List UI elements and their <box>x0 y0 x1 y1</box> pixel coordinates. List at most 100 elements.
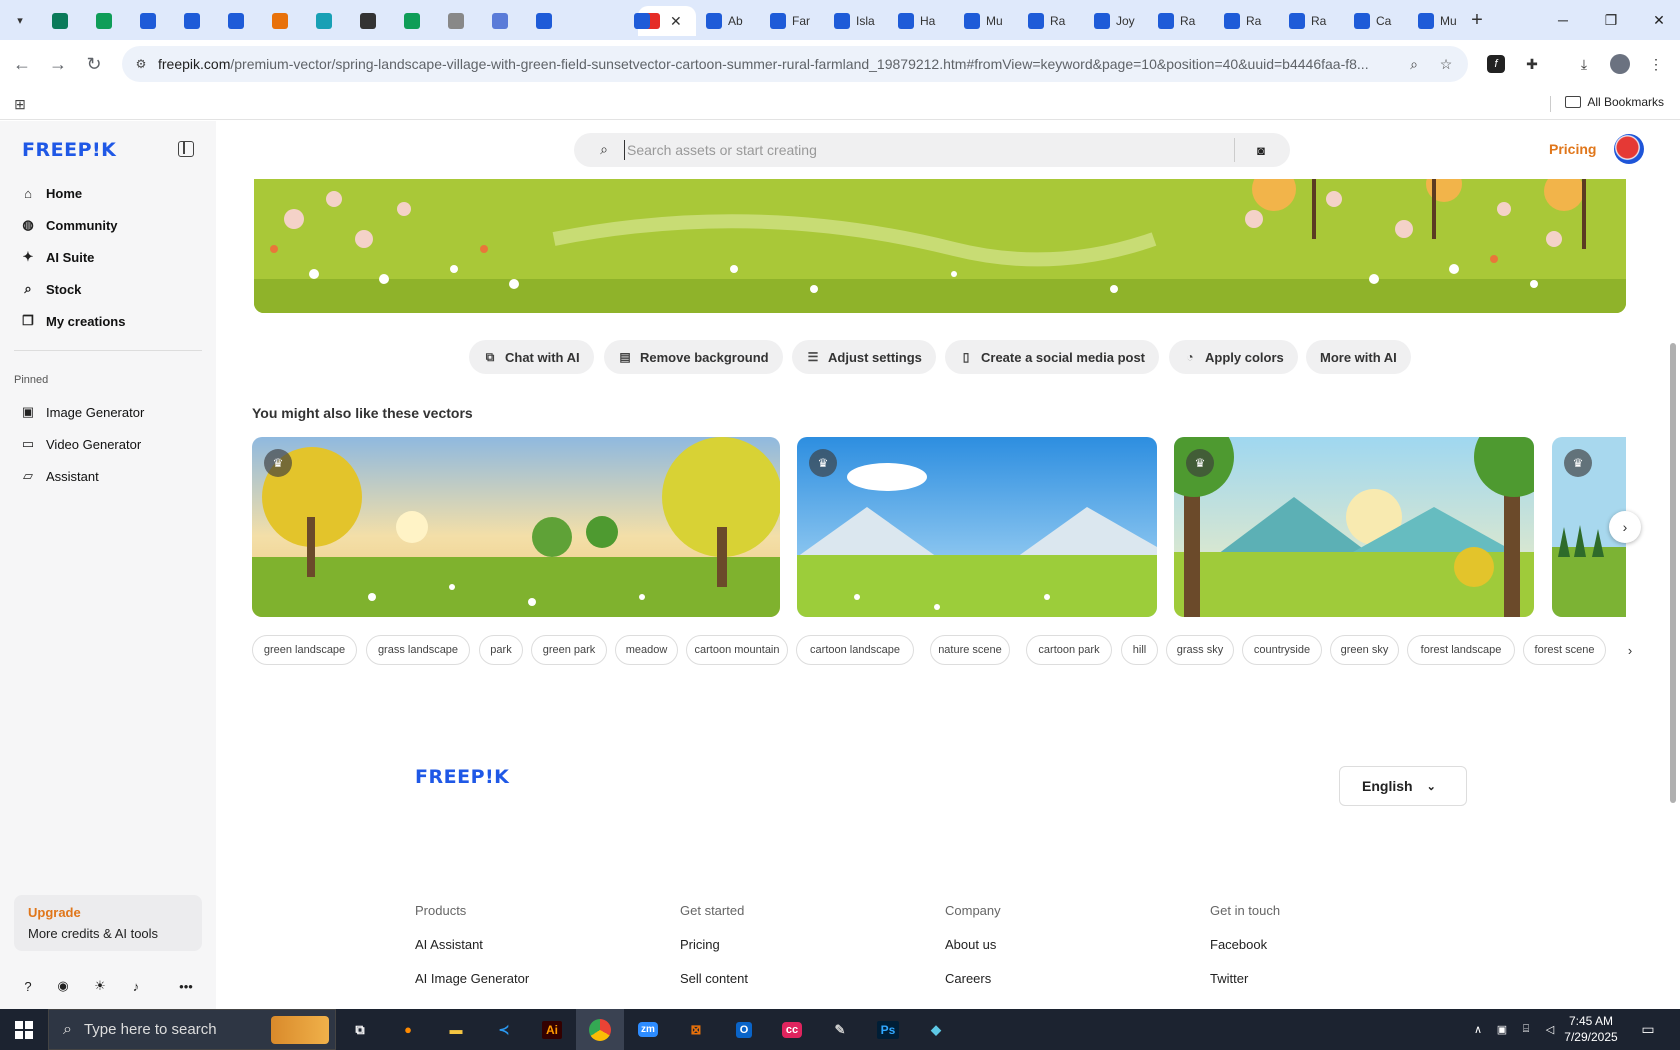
action-remove-background-button[interactable]: ▤ Remove background <box>604 340 783 374</box>
tag-chip[interactable]: grass sky <box>1166 635 1234 665</box>
tags-next-icon[interactable]: › <box>1622 642 1638 658</box>
browser-tab[interactable]: Ra <box>1218 6 1274 36</box>
reload-icon[interactable]: ↻ <box>82 52 106 76</box>
similar-vector-card[interactable]: ♛ <box>252 437 780 617</box>
tag-chip[interactable]: forest landscape <box>1407 635 1515 665</box>
all-bookmarks-button[interactable]: All Bookmarks <box>1565 95 1664 109</box>
action-create-a-social-media-post-button[interactable]: ▯ Create a social media post <box>945 340 1160 374</box>
bookmark-star-icon[interactable]: ☆ <box>1436 54 1456 74</box>
browser-tab[interactable] <box>178 6 208 36</box>
footer-link[interactable]: AI Image Generator <box>415 971 635 991</box>
address-bar[interactable]: ⚙ freepik.com/premium-vector/spring-land… <box>122 46 1468 82</box>
footer-link[interactable]: Pricing <box>680 937 900 957</box>
apps-grid-icon[interactable]: ⊞ <box>10 94 30 114</box>
sidebar-item-home[interactable]: ⌂ Home <box>14 179 204 207</box>
browser-tab[interactable]: Mu <box>1412 6 1468 36</box>
browser-tab[interactable] <box>90 6 120 36</box>
footer-link[interactable]: Facebook <box>1210 937 1430 957</box>
browser-tab[interactable] <box>222 6 252 36</box>
tag-chip[interactable]: forest scene <box>1523 635 1606 665</box>
site-info-icon[interactable]: ⚙ <box>132 55 150 73</box>
browser-tab[interactable] <box>486 6 516 36</box>
footer-link[interactable]: About us <box>945 937 1165 957</box>
xampp-icon[interactable]: ⊠ <box>672 1009 720 1050</box>
footer-link[interactable]: Sell content <box>680 971 900 991</box>
windows-start-icon[interactable] <box>0 1009 48 1050</box>
tag-chip[interactable]: cartoon landscape <box>796 635 914 665</box>
action-more-with-ai-button[interactable]: More with AI <box>1306 340 1411 374</box>
profile-avatar-icon[interactable] <box>1608 52 1632 76</box>
browser-tab[interactable] <box>134 6 164 36</box>
photoshop-icon[interactable]: Ps <box>864 1009 912 1050</box>
pricing-link[interactable]: Pricing <box>1549 141 1596 157</box>
chrome-icon[interactable] <box>576 1009 624 1050</box>
taskbar-clock[interactable]: 7:45 AM 7/29/2025 <box>1555 1013 1627 1045</box>
footer-link[interactable]: Careers <box>945 971 1165 991</box>
browser-tab[interactable]: Ca <box>1348 6 1404 36</box>
sidebar-collapse-icon[interactable] <box>178 141 194 157</box>
browser-tab[interactable]: Far <box>764 6 820 36</box>
action-adjust-settings-button[interactable]: ☰ Adjust settings <box>792 340 936 374</box>
browser-tab[interactable] <box>628 6 684 36</box>
tag-chip[interactable]: park <box>479 635 523 665</box>
browser-tab[interactable]: Isla <box>828 6 884 36</box>
similar-vector-card[interactable]: ♛ <box>797 437 1157 617</box>
outlook-icon[interactable]: O <box>720 1009 768 1050</box>
browser-tab[interactable]: Ra <box>1283 6 1339 36</box>
forward-icon[interactable]: → <box>46 52 70 76</box>
chrome-menu-icon[interactable]: ⋮ <box>1644 52 1668 76</box>
tag-chip[interactable]: green landscape <box>252 635 357 665</box>
browser-tab[interactable]: Mu <box>958 6 1014 36</box>
browser-tab[interactable] <box>530 6 560 36</box>
tag-chip[interactable]: green sky <box>1330 635 1399 665</box>
illustrator-icon[interactable]: Ai <box>528 1009 576 1050</box>
help-icon[interactable]: ? <box>19 977 37 995</box>
browser-tab[interactable]: Ra <box>1022 6 1078 36</box>
sidebar-item-community[interactable]: ◍ Community <box>14 211 204 239</box>
network-icon[interactable]: ⌸ <box>1518 1021 1534 1037</box>
new-tab-button[interactable]: + <box>1465 8 1489 32</box>
browser-tab[interactable]: Ra <box>1152 6 1208 36</box>
browser-tab[interactable] <box>310 6 340 36</box>
main-vector-image[interactable] <box>254 179 1626 313</box>
tray-device-icon[interactable]: ▣ <box>1494 1021 1510 1037</box>
footer-logo[interactable]: FREEP!K <box>415 766 509 788</box>
notification-bell-icon[interactable]: ♪ <box>127 977 145 995</box>
vscode-icon[interactable]: ≺ <box>480 1009 528 1050</box>
theme-sun-icon[interactable]: ☀ <box>91 977 109 995</box>
tray-chevron-icon[interactable]: ∧ <box>1470 1021 1486 1037</box>
browser-tab[interactable] <box>442 6 472 36</box>
notification-center-icon[interactable]: ▭ <box>1640 1021 1656 1037</box>
restore-icon[interactable]: ❐ <box>1596 8 1626 32</box>
browser-tab[interactable] <box>266 6 296 36</box>
action-apply-colors-button[interactable]: ◔ Apply colors <box>1169 340 1298 374</box>
close-window-icon[interactable]: ✕ <box>1644 8 1674 32</box>
minimize-icon[interactable]: ─ <box>1548 8 1578 32</box>
download-icon[interactable]: ⤓ <box>1572 52 1596 76</box>
tag-chip[interactable]: hill <box>1121 635 1158 665</box>
firefox-icon[interactable]: ● <box>384 1009 432 1050</box>
browser-tab[interactable] <box>398 6 428 36</box>
tag-chip[interactable]: grass landscape <box>366 635 470 665</box>
footer-link[interactable]: Twitter <box>1210 971 1430 991</box>
user-avatar[interactable] <box>1614 134 1644 164</box>
similar-vector-card[interactable]: ♛ <box>1174 437 1534 617</box>
taskbar-search-box[interactable]: ⌕ Type here to search <box>48 1009 336 1050</box>
upgrade-card[interactable]: Upgrade More credits & AI tools <box>14 895 202 951</box>
url-text[interactable]: freepik.com/premium-vector/spring-landsc… <box>158 56 1408 72</box>
page-scrollbar[interactable] <box>1665 121 1680 1009</box>
browser-tab[interactable]: Joy <box>1088 6 1144 36</box>
tag-chip[interactable]: meadow <box>615 635 678 665</box>
footer-link[interactable]: AI Assistant <box>415 937 635 957</box>
tag-chip[interactable]: cartoon park <box>1026 635 1112 665</box>
pinned-item-image-generator[interactable]: ▣ Image Generator <box>14 398 204 426</box>
freepik-logo[interactable]: FREEP!K <box>22 139 116 161</box>
browser-tab[interactable] <box>354 6 384 36</box>
sidebar-item-my-creations[interactable]: ❐ My creations <box>14 307 204 335</box>
discord-icon[interactable]: ◉ <box>54 977 72 995</box>
sidebar-item-stock[interactable]: ⌕ Stock <box>14 275 204 303</box>
tag-chip[interactable]: cartoon mountain <box>686 635 788 665</box>
browser-tab[interactable]: Ab <box>700 6 756 36</box>
camera-icon[interactable]: ◙ <box>1252 141 1270 159</box>
pinned-item-assistant[interactable]: ▱ Assistant <box>14 462 204 490</box>
